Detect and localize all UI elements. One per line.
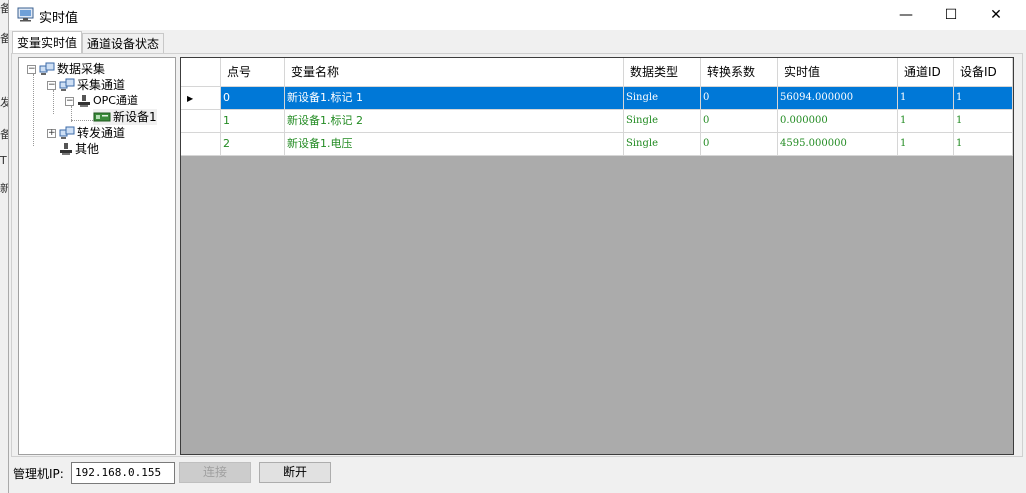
tree-node-data-collect[interactable]: − 数据采集 xyxy=(27,61,105,77)
cell-point[interactable]: 1 xyxy=(221,110,285,133)
cell-point[interactable]: 0 xyxy=(221,87,285,110)
cell-conversion-factor[interactable]: 0 xyxy=(701,110,778,133)
collapse-toggle-icon[interactable]: − xyxy=(65,96,74,106)
tree-node-other[interactable]: 其他 xyxy=(59,141,99,157)
collapse-toggle-icon[interactable]: − xyxy=(27,64,36,74)
grid-header-row: 点号 变量名称 数据类型 转换系数 实时值 通道ID 设备ID xyxy=(181,58,1013,87)
network-node-icon xyxy=(60,143,72,155)
connection-bar: 管理机IP: 192.168.0.155 连接 断开 xyxy=(9,457,1026,493)
network-node-icon xyxy=(78,95,90,107)
column-header-data-type[interactable]: 数据类型 xyxy=(624,58,701,87)
tree-node-label: OPC通道 xyxy=(93,94,138,107)
cell-device-id[interactable]: 1 xyxy=(954,87,1013,110)
tree-node-label: 数据采集 xyxy=(57,62,106,76)
minimize-button[interactable]: — xyxy=(883,0,929,30)
cell-realtime-value[interactable]: 0.000000 xyxy=(778,110,898,133)
row-pointer-icon: ▶ xyxy=(187,93,194,103)
background-char: T xyxy=(0,154,7,167)
column-header-conversion-factor[interactable]: 转换系数 xyxy=(701,58,778,87)
network-computers-icon xyxy=(59,78,75,91)
cell-data-type[interactable]: Single xyxy=(624,110,701,133)
connect-button[interactable]: 连接 xyxy=(179,462,251,483)
table-row[interactable]: ▶ 0 新设备1.标记 1 Single 0 56094.000000 1 1 xyxy=(181,87,1013,110)
cell-realtime-value[interactable]: 4595.000000 xyxy=(778,133,898,156)
monitor-app-icon xyxy=(17,7,34,22)
cell-conversion-factor[interactable]: 0 xyxy=(701,133,778,156)
window-title: 实时值 xyxy=(39,11,79,26)
close-button[interactable]: ✕ xyxy=(973,0,1019,30)
cell-conversion-factor[interactable]: 0 xyxy=(701,87,778,110)
cell-variable-name[interactable]: 新设备1.电压 xyxy=(285,133,624,156)
cell-variable-name[interactable]: 新设备1.标记 2 xyxy=(285,110,624,133)
column-header-point[interactable]: 点号 xyxy=(221,58,285,87)
maximize-button[interactable]: ☐ xyxy=(928,0,974,30)
manager-ip-label: 管理机IP: xyxy=(13,467,64,481)
cell-channel-id[interactable]: 1 xyxy=(898,110,954,133)
column-header-realtime-value[interactable]: 实时值 xyxy=(778,58,898,87)
tree-node-forward-channel[interactable]: + 转发通道 xyxy=(47,125,125,141)
tree-guide-line xyxy=(53,90,54,114)
cell-channel-id[interactable]: 1 xyxy=(898,133,954,156)
column-header-channel-id[interactable]: 通道ID xyxy=(898,58,954,87)
cell-device-id[interactable]: 1 xyxy=(954,110,1013,133)
table-row[interactable]: 1 新设备1.标记 2 Single 0 0.000000 1 1 xyxy=(181,110,1013,133)
tree-node-device-1[interactable]: 新设备1 xyxy=(93,109,157,125)
cell-data-type[interactable]: Single xyxy=(624,133,701,156)
row-header[interactable] xyxy=(181,133,221,156)
tree-node-label: 转发通道 xyxy=(77,126,126,140)
network-computers-icon xyxy=(39,62,55,75)
network-computers-icon xyxy=(59,126,75,139)
tab-channel-device-status[interactable]: 通道设备状态 xyxy=(82,33,165,53)
realtime-data-grid[interactable]: 点号 变量名称 数据类型 转换系数 实时值 通道ID 设备ID ▶ 0 新设备1… xyxy=(180,57,1014,455)
title-bar[interactable]: 实时值 — ☐ ✕ xyxy=(9,0,1026,30)
tree-guide-line xyxy=(71,120,93,121)
cell-point[interactable]: 2 xyxy=(221,133,285,156)
device-card-icon xyxy=(93,112,111,122)
disconnect-button[interactable]: 断开 xyxy=(259,462,331,483)
collapse-toggle-icon[interactable]: − xyxy=(47,80,56,90)
expand-toggle-icon[interactable]: + xyxy=(47,128,56,138)
cell-realtime-value[interactable]: 56094.000000 xyxy=(778,87,898,110)
grid-corner-cell[interactable] xyxy=(181,58,221,87)
realtime-value-window: 实时值 — ☐ ✕ 变量实时值 通道设备状态 − 数据采集 − 采集通道 − O… xyxy=(8,0,1026,493)
table-row[interactable]: 2 新设备1.电压 Single 0 4595.000000 1 1 xyxy=(181,133,1013,156)
tree-node-label: 其他 xyxy=(75,142,100,156)
channel-tree[interactable]: − 数据采集 − 采集通道 − OPC通道 新设备1 + 转发通道 其他 xyxy=(18,57,176,455)
column-header-device-id[interactable]: 设备ID xyxy=(954,58,1013,87)
column-header-variable-name[interactable]: 变量名称 xyxy=(285,58,624,87)
cell-data-type[interactable]: Single xyxy=(624,87,701,110)
tree-node-label: 采集通道 xyxy=(77,78,126,92)
manager-ip-input[interactable]: 192.168.0.155 xyxy=(71,462,175,484)
row-header[interactable] xyxy=(181,110,221,133)
tab-panel: − 数据采集 − 采集通道 − OPC通道 新设备1 + 转发通道 其他 点号 … xyxy=(11,53,1023,457)
tree-node-label: 新设备1 xyxy=(113,110,157,124)
cell-variable-name[interactable]: 新设备1.标记 1 xyxy=(285,87,624,110)
tree-guide-line xyxy=(33,74,34,146)
tree-node-collect-channel[interactable]: − 采集通道 xyxy=(47,77,125,93)
cell-channel-id[interactable]: 1 xyxy=(898,87,954,110)
tab-variable-realtime[interactable]: 变量实时值 xyxy=(12,31,83,53)
tree-node-opc-channel[interactable]: − OPC通道 xyxy=(65,93,138,109)
row-header[interactable]: ▶ xyxy=(181,87,221,110)
cell-device-id[interactable]: 1 xyxy=(954,133,1013,156)
tab-strip: 变量实时值 通道设备状态 xyxy=(12,31,165,53)
